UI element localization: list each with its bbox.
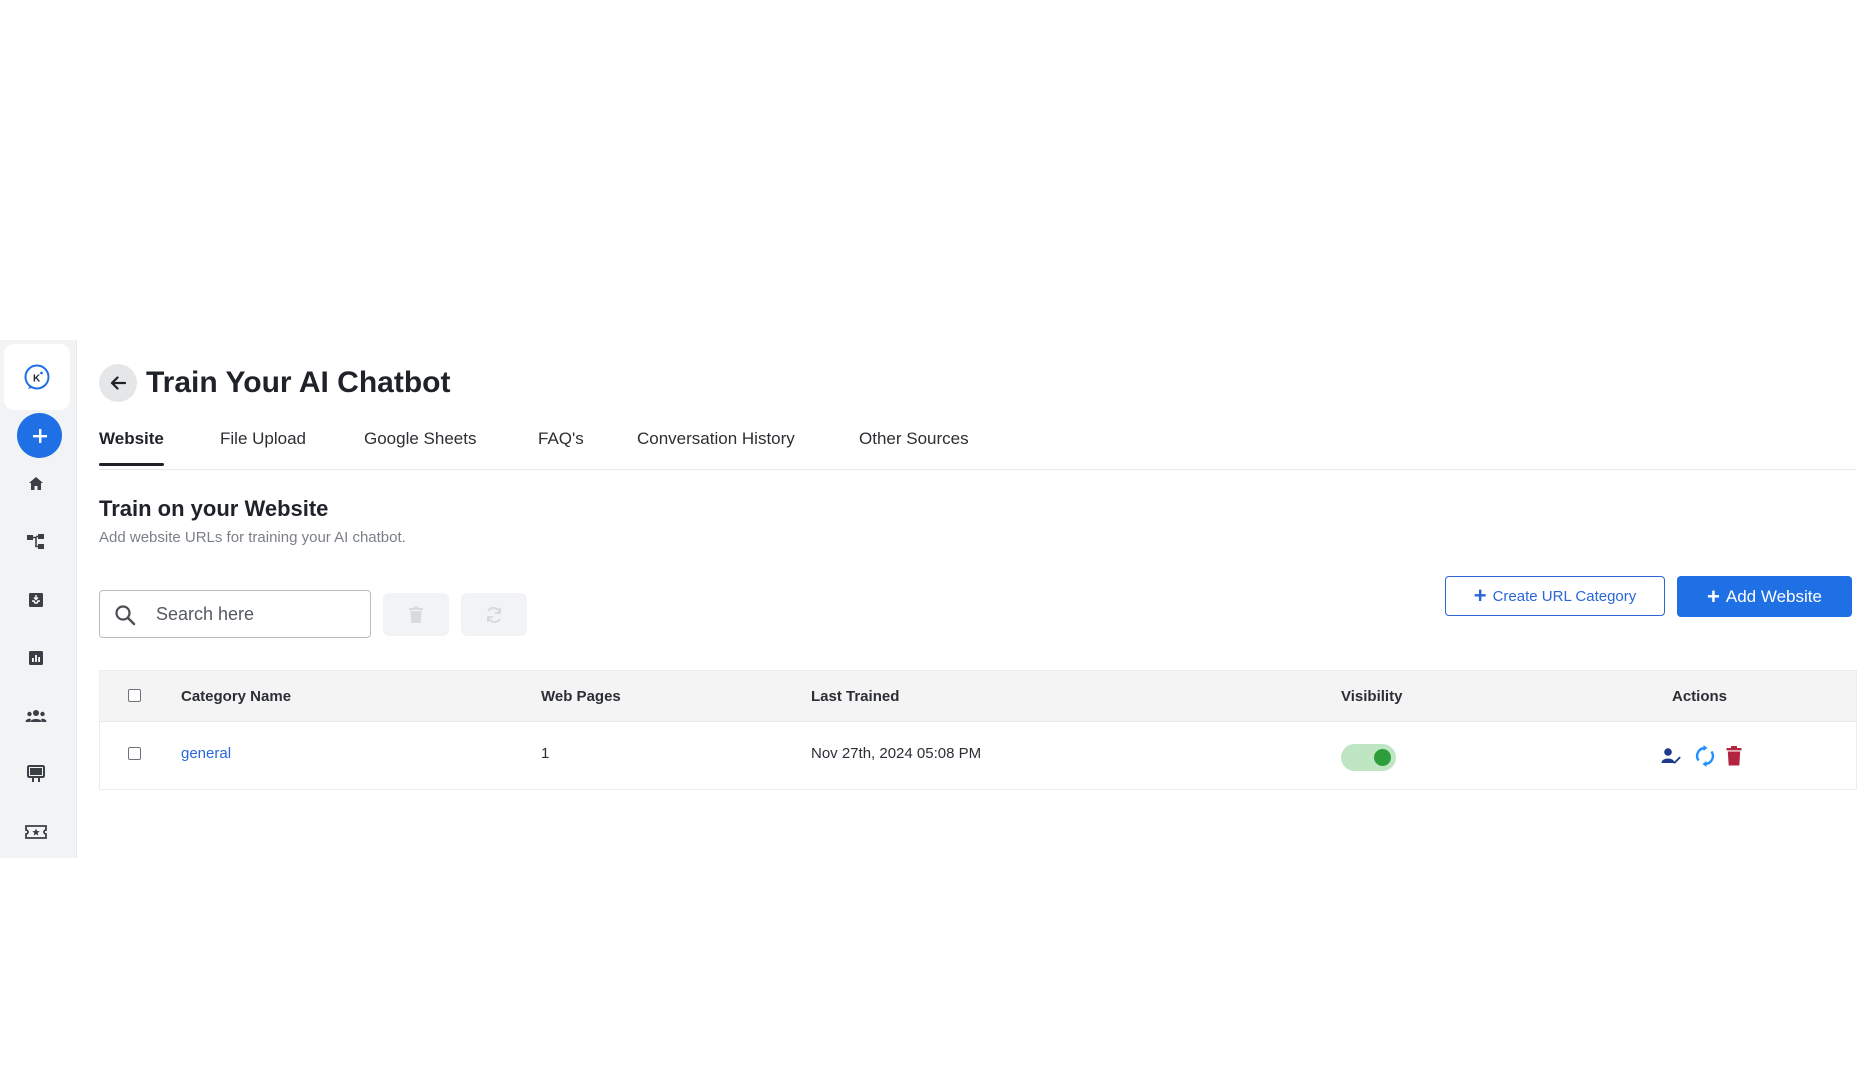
column-header-last-trained: Last Trained bbox=[811, 688, 900, 705]
tab-faqs[interactable]: FAQ's bbox=[538, 428, 584, 468]
delete-icon[interactable] bbox=[1723, 744, 1745, 768]
trash-icon bbox=[409, 606, 423, 623]
bulk-retrain-button[interactable] bbox=[461, 593, 527, 636]
billboard-icon[interactable] bbox=[24, 762, 48, 786]
tab-website[interactable]: Website bbox=[99, 428, 164, 468]
search-icon bbox=[115, 605, 136, 626]
column-header-visibility: Visibility bbox=[1341, 688, 1403, 705]
column-header-category-name: Category Name bbox=[181, 688, 292, 705]
search-input[interactable] bbox=[156, 601, 356, 627]
visibility-toggle[interactable] bbox=[1341, 744, 1396, 771]
page-title: Train Your AI Chatbot bbox=[146, 366, 451, 399]
tab-conversation-history[interactable]: Conversation History bbox=[637, 428, 795, 468]
web-pages-count: 1 bbox=[541, 745, 550, 762]
team-icon[interactable] bbox=[24, 704, 48, 728]
sidebar: K bbox=[0, 340, 77, 858]
main-content: Train Your AI Chatbot Website File Uploa… bbox=[99, 340, 1857, 858]
add-website-label: Add Website bbox=[1725, 586, 1822, 606]
home-icon[interactable] bbox=[24, 472, 48, 496]
new-item-button[interactable] bbox=[17, 413, 62, 458]
plus-icon: + bbox=[1707, 583, 1720, 609]
table-row: general 1 Nov 27th, 2024 05:08 PM bbox=[100, 722, 1856, 789]
section-title: Train on your Website bbox=[99, 496, 329, 521]
select-all-checkbox[interactable] bbox=[128, 689, 141, 702]
add-website-button[interactable]: + Add Website bbox=[1677, 576, 1852, 617]
retrain-icon[interactable] bbox=[1694, 744, 1716, 768]
bulk-delete-button[interactable] bbox=[383, 593, 449, 636]
section-subtitle: Add website URLs for training your AI ch… bbox=[99, 529, 406, 546]
chat-logo-icon: K bbox=[24, 364, 50, 390]
plus-icon: + bbox=[1473, 583, 1487, 608]
logo-letter: K bbox=[33, 374, 41, 385]
toggle-knob bbox=[1374, 749, 1391, 766]
back-button[interactable] bbox=[99, 364, 137, 402]
tab-google-sheets[interactable]: Google Sheets bbox=[364, 428, 476, 468]
table-header: Category Name Web Pages Last Trained Vis… bbox=[100, 671, 1856, 722]
plus-icon bbox=[32, 428, 47, 443]
refresh-icon bbox=[487, 606, 501, 623]
column-header-web-pages: Web Pages bbox=[541, 688, 621, 705]
arrow-left-icon bbox=[110, 376, 127, 390]
row-checkbox[interactable] bbox=[128, 747, 141, 760]
create-url-category-label: Create URL Category bbox=[1492, 587, 1637, 605]
category-name-link[interactable]: general bbox=[181, 745, 231, 762]
search-box bbox=[99, 590, 371, 638]
assign-user-icon[interactable] bbox=[1660, 744, 1682, 768]
tab-bar: Website File Upload Google Sheets FAQ's … bbox=[99, 428, 1857, 470]
create-url-category-button[interactable]: + Create URL Category bbox=[1445, 576, 1665, 616]
column-header-actions: Actions bbox=[1672, 688, 1728, 705]
app-frame: K Train Your AI Chatbot Website File Upl… bbox=[0, 340, 1866, 858]
tab-file-upload[interactable]: File Upload bbox=[220, 428, 306, 468]
last-trained-date: Nov 27th, 2024 05:08 PM bbox=[811, 745, 982, 762]
brand-logo[interactable]: K bbox=[4, 344, 70, 410]
flow-icon[interactable] bbox=[24, 530, 48, 554]
tab-other-sources[interactable]: Other Sources bbox=[859, 428, 969, 468]
ticket-icon[interactable] bbox=[24, 820, 48, 844]
categories-table: Category Name Web Pages Last Trained Vis… bbox=[99, 670, 1857, 790]
analytics-icon[interactable] bbox=[24, 646, 48, 670]
inbox-icon[interactable] bbox=[24, 588, 48, 612]
